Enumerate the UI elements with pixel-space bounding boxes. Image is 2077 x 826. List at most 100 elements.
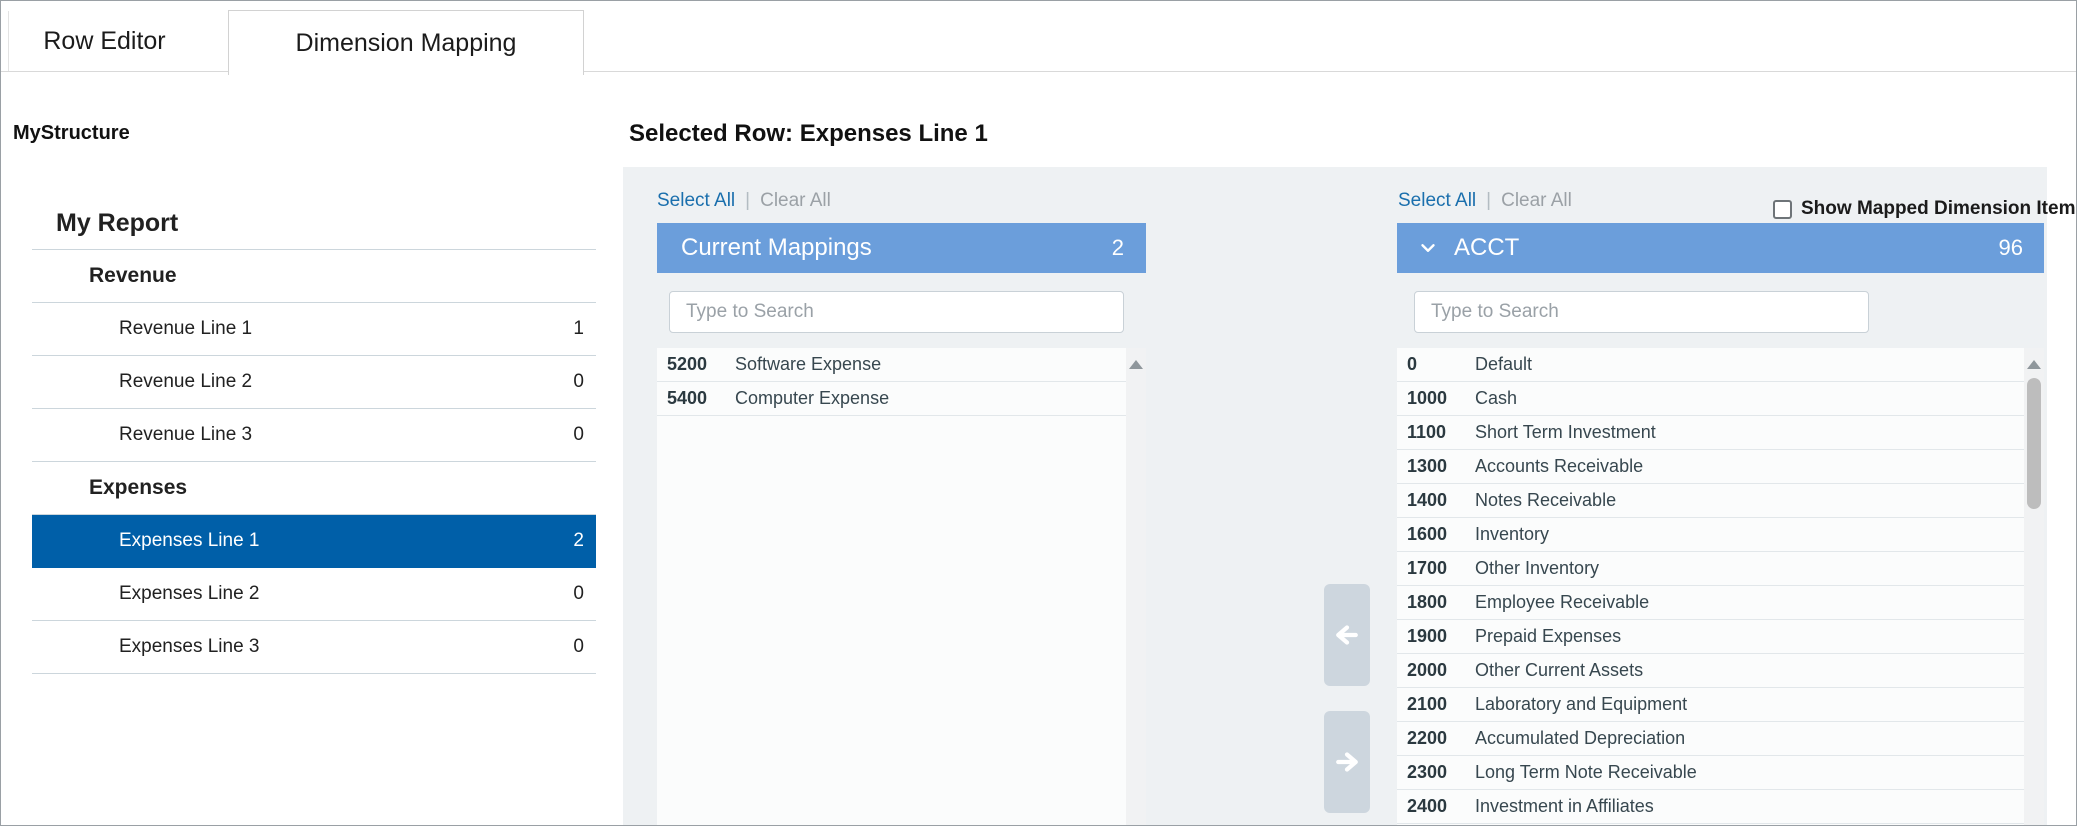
mappings-scrollbar[interactable] — [1126, 348, 1146, 826]
tree-row-label: Expenses Line 1 — [119, 530, 573, 552]
tree-row-label: Revenue Line 3 — [119, 424, 573, 446]
mapping-item-name: Software Expense — [735, 354, 881, 375]
tree-row-label: Expenses — [89, 476, 584, 500]
tree-row-count: 2 — [573, 530, 584, 552]
acct-dimension-header[interactable]: ACCT 96 — [1397, 223, 2044, 273]
tab-row-editor[interactable]: Row Editor — [8, 11, 200, 71]
tree-row-count: 0 — [573, 636, 584, 658]
arrow-left-icon — [1332, 620, 1362, 650]
tree-row[interactable]: Revenue Line 3 0 — [32, 409, 596, 462]
move-to-mappings-button[interactable] — [1324, 584, 1370, 686]
dimension-mapping-window: Row Editor Dimension Mapping MyStructure… — [0, 0, 2077, 826]
tree-row[interactable]: Expenses — [32, 462, 596, 515]
dimension-list-item[interactable]: 1800 Employee Receivable — [1397, 586, 2024, 620]
dimension-item-code: 0 — [1407, 354, 1451, 375]
dimension-item-name: Employee Receivable — [1475, 592, 1649, 613]
dimension-item-code: 2200 — [1407, 728, 1451, 749]
mapping-item-code: 5200 — [667, 354, 711, 375]
dimension-item-name: Other Inventory — [1475, 558, 1599, 579]
dimension-list-item[interactable]: 1400 Notes Receivable — [1397, 484, 2024, 518]
current-mappings-title: Current Mappings — [681, 234, 1112, 262]
dimension-list-item[interactable]: 1100 Short Term Investment — [1397, 416, 2024, 450]
tree-row-label: Revenue — [89, 264, 584, 288]
dimension-scrollbar-thumb[interactable] — [2027, 378, 2041, 509]
dimension-search-input[interactable] — [1414, 291, 1869, 333]
mapping-item-code: 5400 — [667, 388, 711, 409]
current-mappings-header: Current Mappings 2 — [657, 223, 1146, 273]
dimension-item-name: Cash — [1475, 388, 1517, 409]
arrow-right-icon — [1332, 747, 1362, 777]
show-mapped-checkbox[interactable] — [1773, 200, 1792, 219]
mapping-list-item[interactable]: 5400 Computer Expense — [657, 382, 1126, 416]
tree-row-label: Expenses Line 2 — [119, 583, 573, 605]
dimension-list-item[interactable]: 1300 Accounts Receivable — [1397, 450, 2024, 484]
dimension-scrollbar[interactable] — [2024, 348, 2044, 826]
acct-dimension-count: 96 — [1999, 235, 2023, 261]
tree-row[interactable]: Expenses Line 2 0 — [32, 568, 596, 621]
scroll-up-icon[interactable] — [2027, 360, 2041, 369]
dimension-list-item[interactable]: 0 Default — [1397, 348, 2024, 382]
show-mapped-toggle[interactable]: Show Mapped Dimension Items — [1773, 194, 2041, 224]
move-to-dimension-button[interactable] — [1324, 711, 1370, 813]
dimension-item-name: Long Term Note Receivable — [1475, 762, 1697, 783]
dimension-list-item[interactable]: 2300 Long Term Note Receivable — [1397, 756, 2024, 790]
dimension-list-item[interactable]: 2200 Accumulated Depreciation — [1397, 722, 2024, 756]
tree-row[interactable]: My Report — [32, 197, 596, 250]
dimension-item-name: Investment in Affiliates — [1475, 796, 1654, 817]
dimension-list-item[interactable]: 2400 Investment in Affiliates — [1397, 790, 2024, 824]
tree-row-label: Revenue Line 2 — [119, 371, 573, 393]
show-mapped-label: Show Mapped Dimension Items — [1801, 198, 2077, 220]
dimension-item-code: 1600 — [1407, 524, 1451, 545]
dimension-item-name: Prepaid Expenses — [1475, 626, 1621, 647]
dimension-item-name: Accounts Receivable — [1475, 456, 1643, 477]
mapping-item-name: Computer Expense — [735, 388, 889, 409]
current-mappings-count: 2 — [1112, 235, 1124, 261]
mappings-clear-all-link[interactable]: Clear All — [760, 190, 831, 212]
tree-row[interactable]: Expenses Line 3 0 — [32, 621, 596, 674]
mappings-select-all-link[interactable]: Select All — [657, 190, 735, 212]
dimension-item-name: Laboratory and Equipment — [1475, 694, 1687, 715]
tree-row-count: 0 — [573, 583, 584, 605]
tab-dimension-mapping-label: Dimension Mapping — [296, 29, 517, 58]
dimension-item-name: Inventory — [1475, 524, 1549, 545]
dimension-links-row: Select All | Clear All — [1398, 187, 1572, 215]
dimension-item-code: 1900 — [1407, 626, 1451, 647]
dimension-select-all-link[interactable]: Select All — [1398, 190, 1476, 212]
tree-row-label: Expenses Line 3 — [119, 636, 573, 658]
dimension-item-name: Accumulated Depreciation — [1475, 728, 1685, 749]
tree-row[interactable]: Revenue Line 1 1 — [32, 303, 596, 356]
tree-row-label: Revenue Line 1 — [119, 318, 573, 340]
current-mappings-list: 5200 Software Expense 5400 Computer Expe… — [657, 348, 1146, 826]
dimension-clear-all-link[interactable]: Clear All — [1501, 190, 1572, 212]
acct-dimension-title: ACCT — [1454, 234, 1999, 262]
dimension-item-code: 1300 — [1407, 456, 1451, 477]
dimension-item-code: 1700 — [1407, 558, 1451, 579]
dimension-list-item[interactable]: 1600 Inventory — [1397, 518, 2024, 552]
tree-row-count: 1 — [573, 318, 584, 340]
tree-row[interactable]: Revenue Line 2 0 — [32, 356, 596, 409]
tree-row[interactable]: Expenses Line 1 2 — [32, 515, 596, 568]
tree-row-count: 0 — [573, 371, 584, 393]
dimension-item-code: 2300 — [1407, 762, 1451, 783]
report-tree: My Report Revenue Revenue Line 1 1 Reven… — [32, 197, 596, 674]
dimension-list-item[interactable]: 1700 Other Inventory — [1397, 552, 2024, 586]
dimension-list-item[interactable]: 2100 Laboratory and Equipment — [1397, 688, 2024, 722]
dimension-item-code: 1000 — [1407, 388, 1451, 409]
link-separator: | — [745, 190, 750, 212]
dimension-list-item[interactable]: 2000 Other Current Assets — [1397, 654, 2024, 688]
acct-dimension-list: 0 Default 1000 Cash 1100 Short Term Inve… — [1397, 348, 2044, 826]
tree-row-count: 0 — [573, 424, 584, 446]
dimension-item-code: 1800 — [1407, 592, 1451, 613]
dimension-item-code: 1100 — [1407, 422, 1451, 443]
dimension-item-name: Short Term Investment — [1475, 422, 1656, 443]
dimension-item-code: 1400 — [1407, 490, 1451, 511]
tab-row-editor-label: Row Editor — [43, 27, 165, 56]
mappings-search-input[interactable] — [669, 291, 1124, 333]
scroll-up-icon[interactable] — [1129, 360, 1143, 369]
tab-dimension-mapping[interactable]: Dimension Mapping — [228, 10, 584, 75]
tree-row[interactable]: Revenue — [32, 250, 596, 303]
mapping-list-item[interactable]: 5200 Software Expense — [657, 348, 1126, 382]
dimension-list-item[interactable]: 1900 Prepaid Expenses — [1397, 620, 2024, 654]
dimension-list-item[interactable]: 1000 Cash — [1397, 382, 2024, 416]
chevron-down-icon — [1417, 237, 1439, 259]
